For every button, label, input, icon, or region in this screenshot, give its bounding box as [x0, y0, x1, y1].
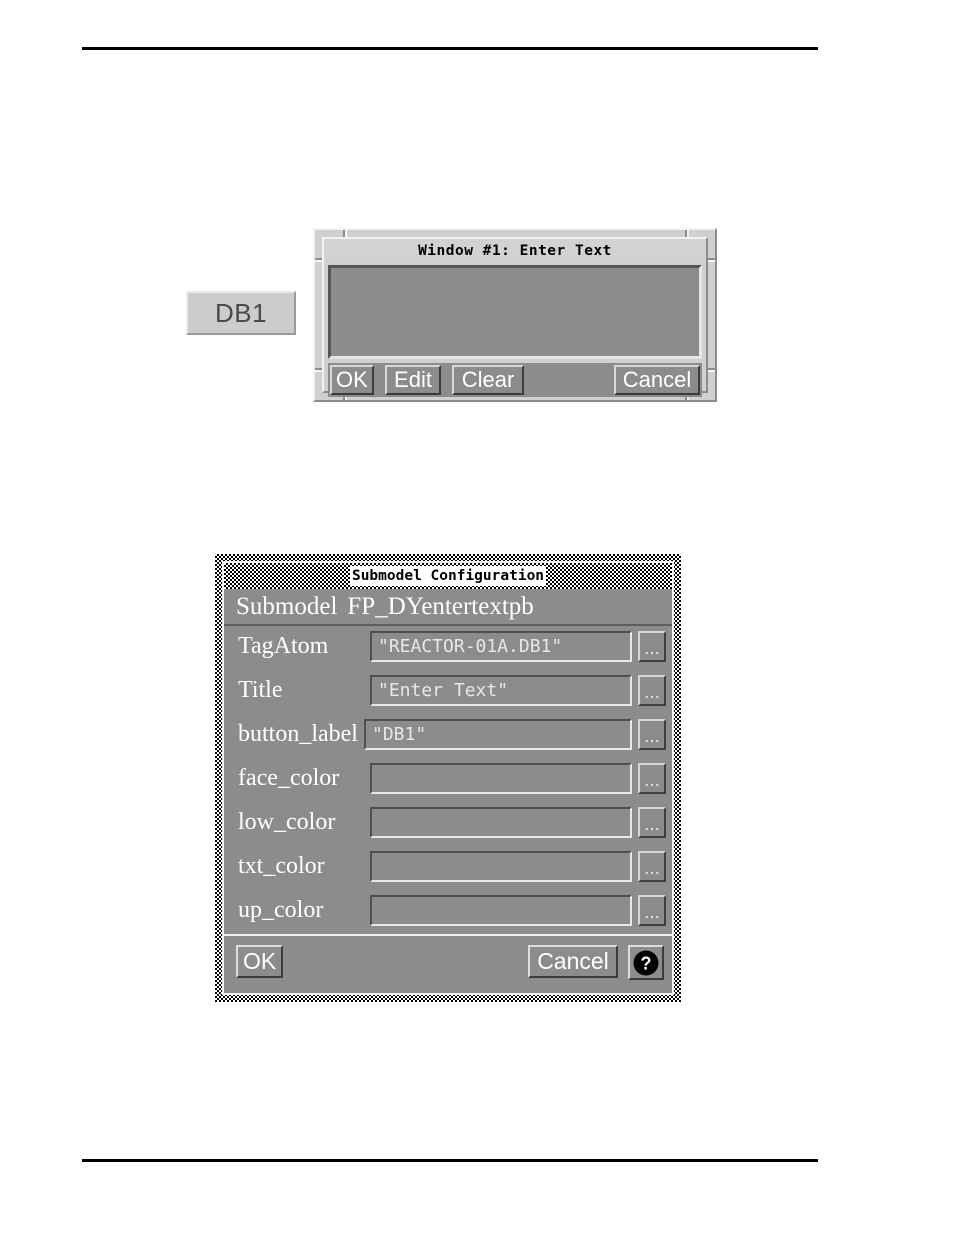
- field-browse-button-low-color[interactable]: ...: [638, 807, 666, 838]
- edit-button[interactable]: Edit: [385, 365, 441, 395]
- window-titlebar: Window #1: Enter Text: [324, 239, 706, 263]
- submodel-label: Submodel: [236, 592, 338, 620]
- ellipsis-icon: ...: [644, 858, 660, 879]
- field-browse-button-face-color[interactable]: ...: [638, 763, 666, 794]
- ellipsis-icon: ...: [644, 682, 660, 703]
- config-titlebar: Submodel Configuration: [224, 563, 672, 589]
- clear-button-label: Clear: [461, 367, 515, 392]
- config-cancel-label: Cancel: [537, 948, 609, 974]
- ok-button-label: OK: [336, 367, 368, 392]
- resize-handle-tick-left-bot-hl: [315, 370, 322, 372]
- field-row-tagatom: TagAtom "REACTOR-01A.DB1" ...: [224, 628, 672, 665]
- field-input-tagatom[interactable]: "REACTOR-01A.DB1": [370, 631, 632, 662]
- page-top-rule: [82, 47, 818, 50]
- ellipsis-icon: ...: [644, 770, 660, 791]
- cancel-button[interactable]: Cancel: [614, 365, 700, 395]
- submodel-configuration-dialog: Submodel Configuration Submodel FP_DYent…: [215, 554, 681, 1002]
- field-browse-button-button-label[interactable]: ...: [638, 719, 666, 750]
- window-title-text: Window #1: Enter Text: [418, 243, 612, 259]
- field-browse-button-tagatom[interactable]: ...: [638, 631, 666, 662]
- resize-handle-tick-left-top-hl: [315, 260, 322, 262]
- ellipsis-icon: ...: [644, 726, 660, 747]
- field-browse-button-up-color[interactable]: ...: [638, 895, 666, 926]
- submodel-name-value: FP_DYentertextpb: [347, 592, 534, 620]
- enter-text-window: Window #1: Enter Text OK Edit Clear Canc…: [313, 228, 717, 402]
- submodel-config-body: Submodel Configuration Submodel FP_DYent…: [222, 561, 674, 995]
- field-value-button-label: "DB1": [372, 724, 427, 745]
- resize-handle-tick-right-bot-hl: [708, 370, 715, 372]
- config-ok-label: OK: [243, 948, 277, 974]
- field-label-face-color: face_color: [238, 765, 340, 791]
- text-entry-area[interactable]: [328, 265, 702, 359]
- ellipsis-icon: ...: [644, 638, 660, 659]
- db1-button[interactable]: DB1: [186, 291, 296, 335]
- field-input-up-color[interactable]: [370, 895, 632, 926]
- field-input-low-color[interactable]: [370, 807, 632, 838]
- field-browse-button-title[interactable]: ...: [638, 675, 666, 706]
- field-input-title[interactable]: "Enter Text": [370, 675, 632, 706]
- svg-text:?: ?: [641, 953, 652, 973]
- field-label-low-color: low_color: [238, 809, 336, 835]
- cancel-button-label: Cancel: [622, 367, 692, 392]
- config-title-text: Submodel Configuration: [349, 566, 547, 586]
- field-label-title: Title: [238, 677, 283, 703]
- config-cancel-button[interactable]: Cancel: [528, 945, 618, 978]
- field-label-tagatom: TagAtom: [238, 633, 329, 659]
- ok-button[interactable]: OK: [330, 365, 374, 395]
- field-input-button-label[interactable]: "DB1": [364, 719, 632, 750]
- field-row-up-color: up_color ...: [224, 892, 672, 929]
- field-value-tagatom: "REACTOR-01A.DB1": [378, 636, 563, 657]
- resize-handle-tick-top-left-hl: [345, 230, 347, 237]
- field-row-title: Title "Enter Text" ...: [224, 672, 672, 709]
- resize-handle-tick-right-top-hl: [708, 260, 715, 262]
- field-row-face-color: face_color ...: [224, 760, 672, 797]
- help-question-icon: ?: [633, 950, 659, 975]
- window-inner-panel: Window #1: Enter Text OK Edit Clear Canc…: [322, 237, 708, 397]
- ellipsis-icon: ...: [644, 814, 660, 835]
- field-row-txt-color: txt_color ...: [224, 848, 672, 885]
- config-ok-button[interactable]: OK: [236, 945, 284, 978]
- field-row-low-color: low_color ...: [224, 804, 672, 841]
- edit-button-label: Edit: [394, 367, 432, 392]
- clear-button[interactable]: Clear: [452, 365, 524, 395]
- db1-button-label: DB1: [214, 297, 268, 328]
- config-help-button[interactable]: ?: [628, 945, 664, 980]
- page-bottom-rule: [82, 1159, 818, 1162]
- field-input-txt-color[interactable]: [370, 851, 632, 882]
- ellipsis-icon: ...: [644, 902, 660, 923]
- window-button-bar: OK Edit Clear Cancel: [328, 363, 702, 397]
- field-label-button-label: button_label: [238, 721, 358, 747]
- field-input-face-color[interactable]: [370, 763, 632, 794]
- submodel-name-row: Submodel FP_DYentertextpb: [224, 589, 672, 626]
- field-value-title: "Enter Text": [378, 680, 509, 701]
- resize-handle-tick-top-right-hl: [687, 230, 689, 237]
- field-row-button-label: button_label "DB1" ...: [224, 716, 672, 753]
- field-label-up-color: up_color: [238, 897, 324, 923]
- config-field-list: TagAtom "REACTOR-01A.DB1" ... Title "Ent…: [224, 628, 672, 936]
- config-button-bar: OK Cancel ?: [224, 934, 672, 993]
- field-browse-button-txt-color[interactable]: ...: [638, 851, 666, 882]
- field-label-txt-color: txt_color: [238, 853, 325, 879]
